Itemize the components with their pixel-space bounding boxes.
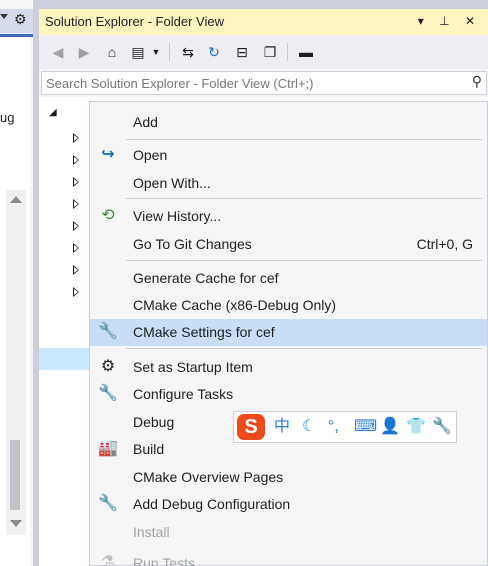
menu-item-label: CMake Settings for cef	[133, 324, 275, 340]
skin-shirt-icon[interactable]: 👕	[406, 417, 426, 437]
menu-item-label: Generate Cache for cef	[133, 270, 279, 286]
menu-item-cmake-settings[interactable]: 🔧 CMake Settings for cef	[90, 319, 487, 346]
menu-item-label: Open With...	[133, 175, 211, 191]
refresh-icon[interactable]: ↻	[205, 43, 223, 61]
menu-item-open-with[interactable]: Open With...	[90, 170, 487, 197]
gear-icon[interactable]: ⚙	[14, 11, 27, 28]
open-arrow-icon: ↪	[101, 146, 115, 163]
collapse-icon[interactable]: ⊟	[233, 43, 251, 61]
search-icon[interactable]: ⚲	[472, 73, 482, 90]
explorer-title-bar: Solution Explorer - Folder View ▾ ⊥ ✕	[39, 9, 488, 35]
ime-toolbar[interactable]: S 中 ☾ °, ⌨ 👤 👕 🔧	[233, 411, 457, 443]
switch-view-icon[interactable]: ▤	[129, 43, 147, 61]
tree-collapsed-arrow-icon[interactable]	[73, 177, 79, 187]
scroll-thumb[interactable]	[10, 440, 20, 510]
toolbar-separator	[287, 43, 288, 61]
menu-item-add[interactable]: Add	[90, 109, 487, 136]
moon-icon[interactable]: ☾	[302, 417, 316, 437]
dropdown-arrow-icon[interactable]	[0, 14, 8, 19]
history-icon: ⟲	[101, 207, 115, 224]
menu-item-label: Debug	[133, 414, 175, 430]
wrench-icon[interactable]: 🔧	[432, 417, 452, 437]
wrench-icon: 🔧	[98, 323, 118, 340]
menu-item-label: Go To Git Changes	[133, 236, 252, 252]
wrench-icon: 🔧	[98, 495, 118, 512]
menu-item-cmake-cache[interactable]: CMake Cache (x86-Debug Only)	[90, 292, 487, 319]
menu-item-install: Install	[90, 519, 487, 546]
copy-icon[interactable]: ❐	[261, 43, 279, 61]
menu-separator	[126, 139, 482, 140]
menu-item-label: Run Tests	[133, 555, 195, 566]
tree-collapsed-arrow-icon[interactable]	[73, 155, 79, 165]
gear-icon: ⚙	[100, 358, 116, 375]
menu-item-label: View History...	[133, 208, 222, 224]
tree-collapsed-arrow-icon[interactable]	[73, 265, 79, 275]
menu-separator	[126, 198, 482, 199]
expand-arrow-icon[interactable]: ◢	[49, 107, 57, 118]
search-box[interactable]: ⚲	[41, 71, 487, 95]
menu-item-label: Open	[133, 147, 168, 163]
keyboard-icon[interactable]: ⌨	[354, 417, 377, 437]
title-buttons[interactable]: ▾ ⊥ ✕	[418, 14, 481, 28]
menu-item-label: Build	[133, 441, 165, 457]
menu-item-label: Add	[133, 114, 158, 130]
punctuation-icon[interactable]: °,	[328, 417, 339, 437]
wrench-icon: 🔧	[98, 385, 118, 402]
menu-item-label: CMake Overview Pages	[133, 469, 284, 485]
menu-item-label: Install	[133, 524, 170, 540]
tree-collapsed-arrow-icon[interactable]	[73, 287, 79, 297]
menu-item-label: CMake Cache (x86-Debug Only)	[133, 297, 337, 313]
chevron-down-icon[interactable]: ▼	[147, 43, 165, 61]
minus-icon[interactable]: ▬	[297, 43, 315, 61]
forward-icon[interactable]: ▶	[75, 43, 93, 61]
search-input[interactable]	[46, 74, 456, 92]
menu-separator	[126, 348, 482, 349]
menu-separator	[126, 260, 482, 261]
menu-item-run-tests: ⚗ Run Tests	[90, 550, 487, 566]
scroll-up-icon[interactable]	[10, 196, 22, 203]
home-icon[interactable]: ⌂	[103, 43, 121, 61]
menu-item-label: Configure Tasks	[133, 386, 234, 402]
tree-collapsed-arrow-icon[interactable]	[73, 243, 79, 253]
menu-item-go-to-git-changes[interactable]: Go To Git Changes Ctrl+0, G	[90, 231, 487, 258]
sync-icon[interactable]: ⇆	[179, 43, 197, 61]
menu-item-generate-cache[interactable]: Generate Cache for cef	[90, 265, 487, 292]
menu-item-set-startup[interactable]: ⚙ Set as Startup Item	[90, 354, 487, 381]
menu-item-open[interactable]: ↪ Open	[90, 142, 487, 169]
menu-item-shortcut: Ctrl+0, G	[416, 236, 473, 252]
tree-collapsed-arrow-icon[interactable]	[73, 133, 79, 143]
toolbar-separator	[169, 43, 170, 61]
explorer-title: Solution Explorer - Folder View	[45, 14, 224, 29]
ime-chinese-mode-icon[interactable]: 中	[274, 417, 290, 437]
build-icon: 🏭	[98, 440, 118, 457]
menu-item-add-debug-config[interactable]: 🔧 Add Debug Configuration	[90, 491, 487, 518]
back-icon[interactable]: ◀	[49, 43, 67, 61]
menu-item-cmake-overview[interactable]: CMake Overview Pages	[90, 464, 487, 491]
menu-item-view-history[interactable]: ⟲ View History...	[90, 203, 487, 230]
menu-item-configure-tasks[interactable]: 🔧 Configure Tasks	[90, 381, 487, 408]
user-icon[interactable]: 👤	[380, 417, 400, 437]
run-tests-icon: ⚗	[100, 554, 116, 566]
context-menu: Add ↪ Open Open With... ⟲ View History..…	[89, 101, 488, 566]
scroll-down-icon[interactable]	[10, 520, 22, 527]
tree-collapsed-arrow-icon[interactable]	[73, 199, 79, 209]
menu-item-label: Set as Startup Item	[133, 359, 253, 375]
left-panel-title-bar: ⚙	[0, 9, 33, 33]
menu-item-label: Add Debug Configuration	[133, 496, 291, 512]
vertical-scrollbar[interactable]	[6, 190, 26, 535]
tree-collapsed-arrow-icon[interactable]	[73, 221, 79, 231]
ime-logo[interactable]: S	[237, 414, 265, 440]
explorer-toolbar: ◀ ▶ ⌂ ▤ ▼ ⇆ ↻ ⊟ ❐ ▬	[39, 35, 488, 69]
left-panel-truncated-text: ug	[0, 110, 15, 125]
left-panel: ⚙ ug	[0, 0, 33, 566]
